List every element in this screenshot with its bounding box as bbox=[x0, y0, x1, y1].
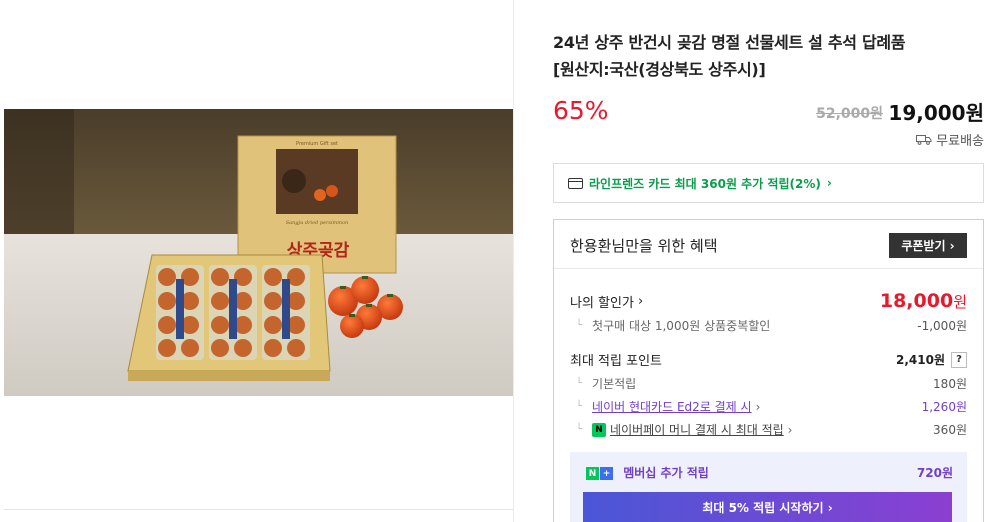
membership-value: 720원 bbox=[916, 466, 953, 480]
plus-badge: + bbox=[600, 467, 613, 480]
my-price-value: 18,000원 bbox=[880, 290, 967, 312]
chevron-right-icon: › bbox=[755, 399, 761, 414]
my-price-unit: 원 bbox=[953, 293, 967, 311]
hyundai-card-value: 1,260원 bbox=[921, 400, 967, 414]
tree-branch-icon: └ bbox=[576, 401, 583, 412]
npay-value: 360원 bbox=[933, 423, 967, 437]
npay-label-wrap: └ N 네이버페이 머니 결제 시 최대 적립 › bbox=[570, 421, 792, 438]
max-point-value: 2,410원 bbox=[896, 353, 945, 367]
first-purchase-label-wrap: └ 첫구매 대상 1,000원 상품중복할인 bbox=[570, 317, 770, 334]
membership-label-wrap: N + 멤버십 추가 적립 bbox=[586, 464, 709, 481]
divider bbox=[4, 509, 513, 510]
basic-point-label-wrap: └ 기본적립 bbox=[570, 375, 636, 392]
max-point-row: 최대 적립 포인트 2,410원 ? bbox=[570, 350, 967, 369]
first-purchase-label: 첫구매 대상 1,000원 상품중복할인 bbox=[592, 319, 771, 333]
product-title: 24년 상주 반건시 곶감 명절 선물세트 설 추석 답례품 [원산지:국산(경… bbox=[553, 29, 986, 83]
start-membership-button[interactable]: 최대 5% 적립 시작하기 › bbox=[583, 492, 952, 522]
sale-price: 19,000원 bbox=[888, 101, 984, 125]
max-point-label: 최대 적립 포인트 bbox=[570, 354, 662, 369]
product-title-line2: [원산지:국산(경상북도 상주시)] bbox=[553, 60, 766, 79]
box-label: Premium Gift set bbox=[296, 141, 338, 147]
naver-n-badge: N bbox=[586, 467, 599, 480]
chevron-right-icon: › bbox=[637, 293, 644, 309]
hyundai-card-link[interactable]: 네이버 현대카드 Ed2로 결제 시 bbox=[592, 398, 752, 415]
original-price: 52,000원 bbox=[816, 106, 883, 122]
npay-link[interactable]: 네이버페이 머니 결제 시 최대 적립 bbox=[610, 421, 784, 438]
hyundai-card-label-wrap: └ 네이버 현대카드 Ed2로 결제 시 › bbox=[570, 398, 760, 415]
get-coupon-button[interactable]: 쿠폰받기 › bbox=[889, 233, 967, 258]
product-title-line1: 24년 상주 반건시 곶감 명절 선물세트 설 추석 답례품 bbox=[553, 33, 906, 52]
max-point-value-wrap: 2,410원 ? bbox=[896, 351, 967, 368]
basic-point-row: └ 기본적립 180원 bbox=[570, 375, 967, 392]
benefit-header: 한용환님만을 위한 혜택 쿠폰받기 › bbox=[554, 220, 983, 269]
my-price-label-wrap: 나의 할인가 › bbox=[570, 292, 643, 311]
box-subtitle: Sangju dried persimmon bbox=[286, 220, 349, 226]
membership-label: 멤버십 추가 적립 bbox=[623, 466, 709, 480]
my-price-number: 18,000 bbox=[879, 290, 954, 312]
gift-box-lid: Premium Gift set Sangju dried persimmon … bbox=[237, 135, 397, 274]
tree-branch-icon: └ bbox=[576, 424, 583, 435]
chevron-right-icon: › bbox=[826, 176, 832, 190]
benefit-title: 한용환님만을 위한 혜택 bbox=[570, 237, 718, 255]
naver-plus-icon: N + bbox=[586, 467, 613, 480]
first-purchase-row: └ 첫구매 대상 1,000원 상품중복할인 -1,000원 bbox=[570, 317, 967, 334]
hyundai-card-row[interactable]: └ 네이버 현대카드 Ed2로 결제 시 › 1,260원 bbox=[570, 398, 967, 415]
membership-row: N + 멤버십 추가 적립 720원 bbox=[586, 464, 953, 481]
card-promo-text: 라인프렌즈 카드 최대 360원 추가 적립(2%) bbox=[589, 176, 821, 191]
basic-point-value: 180원 bbox=[933, 377, 967, 391]
tree-branch-icon: └ bbox=[576, 378, 583, 389]
tree-branch-icon: └ bbox=[576, 320, 583, 331]
shipping-info: 무료배송 bbox=[916, 130, 984, 149]
chevron-right-icon: › bbox=[787, 422, 793, 437]
my-price-label: 나의 할인가 bbox=[570, 295, 634, 311]
basic-point-label: 기본적립 bbox=[592, 377, 637, 391]
first-purchase-value: -1,000원 bbox=[917, 319, 967, 333]
benefit-panel: 한용환님만을 위한 혜택 쿠폰받기 › 나의 할인가 › 18,000원 └ 첫구… bbox=[553, 219, 984, 522]
shipping-label: 무료배송 bbox=[936, 134, 984, 149]
my-price-row[interactable]: 나의 할인가 › 18,000원 bbox=[570, 290, 967, 312]
discount-rate: 65% bbox=[553, 96, 609, 125]
gift-box-tray bbox=[127, 254, 331, 381]
naver-pay-icon: N bbox=[592, 422, 607, 437]
product-photo[interactable]: Premium Gift set Sangju dried persimmon … bbox=[4, 109, 513, 396]
help-icon[interactable]: ? bbox=[951, 351, 967, 368]
npay-row[interactable]: └ N 네이버페이 머니 결제 시 최대 적립 › 360원 bbox=[570, 421, 967, 438]
membership-box: N + 멤버십 추가 적립 720원 최대 5% 적립 시작하기 › bbox=[570, 452, 967, 522]
credit-card-icon bbox=[568, 177, 583, 189]
card-promo-banner[interactable]: 라인프렌즈 카드 최대 360원 추가 적립(2%) › bbox=[553, 163, 984, 203]
truck-icon bbox=[916, 134, 932, 145]
